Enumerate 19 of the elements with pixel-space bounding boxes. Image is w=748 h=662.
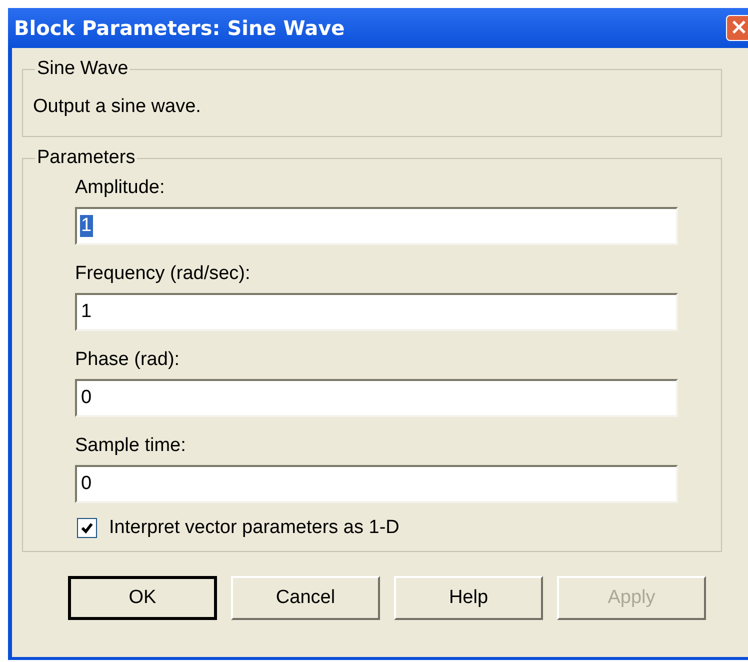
input-field[interactable]: 1 (75, 293, 678, 331)
checkbox-label: Interpret vector parameters as 1-D (109, 517, 400, 539)
dialog-button[interactable]: Cancel (231, 576, 380, 620)
dialog-button[interactable]: OK (68, 576, 217, 620)
input-field[interactable]: 0 (75, 465, 678, 503)
input-field[interactable]: 1 (75, 207, 678, 245)
window-title: Block Parameters: Sine Wave (14, 16, 346, 40)
field-label: Sample time: (75, 434, 187, 458)
description-text: Output a sine wave. (33, 95, 202, 119)
group-title: Sine Wave (36, 58, 130, 80)
field-label: Phase (rad): (75, 348, 181, 372)
check-icon (80, 521, 94, 535)
checkbox[interactable] (77, 518, 97, 538)
input-field[interactable]: 0 (75, 379, 678, 417)
group-title: Parameters (36, 147, 136, 169)
field-label: Amplitude: (75, 176, 166, 200)
dialog-button[interactable]: Help (394, 576, 543, 620)
close-button[interactable]: × (726, 15, 748, 41)
field-label: Frequency (rad/sec): (75, 262, 252, 286)
